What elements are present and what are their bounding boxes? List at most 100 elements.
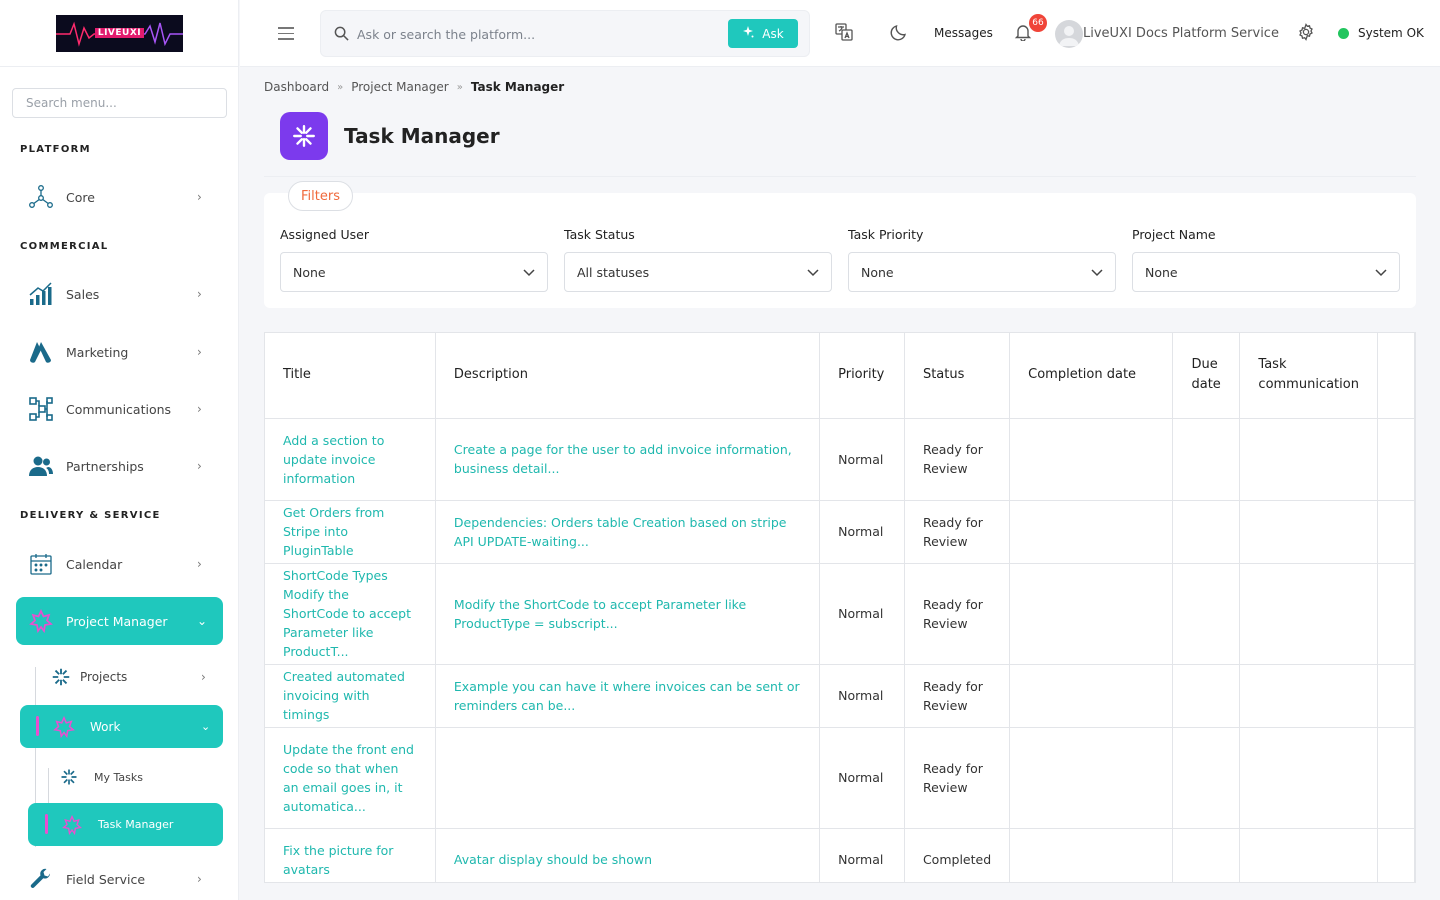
task-communication <box>1239 418 1378 501</box>
column-header-task-communication[interactable]: Task communication <box>1239 333 1378 419</box>
task-title[interactable]: Get Orders from Stripe into PluginTable <box>265 500 436 564</box>
sidebar-item-label: Core <box>66 189 95 205</box>
breadcrumb-task-manager: Task Manager <box>470 80 565 94</box>
calendar-icon <box>16 551 66 577</box>
sidebar-item-label: Project Manager <box>66 613 168 629</box>
sidebar-item-sales[interactable]: Sales › <box>16 270 223 318</box>
sidebar-search-input[interactable] <box>12 88 227 118</box>
gear-icon[interactable] <box>1297 23 1315 45</box>
task-description[interactable]: Modify the ShortCode to accept Parameter… <box>435 563 821 665</box>
sidebar-item-work[interactable]: Work ⌄ <box>20 705 223 748</box>
task-communication <box>1239 727 1378 829</box>
sidebar-item-communications[interactable]: Communications › <box>16 385 223 433</box>
column-header-description[interactable]: Description <box>435 333 821 419</box>
chevron-down-icon <box>807 265 819 280</box>
task-due-date <box>1172 418 1241 501</box>
task-title[interactable]: Update the front end code so that when a… <box>265 727 436 829</box>
table-row: Update the front end code so that when a… <box>265 727 1415 829</box>
avatar[interactable] <box>1055 20 1083 48</box>
task-priority: Normal <box>819 828 905 882</box>
flow-icon <box>16 396 66 422</box>
task-priority: Normal <box>819 563 905 665</box>
table-cell-extra <box>1377 664 1415 728</box>
chevron-right-icon: › <box>197 190 202 204</box>
sidebar-item-my-tasks[interactable]: My Tasks <box>54 762 223 792</box>
task-description[interactable]: Example you can have it where invoices c… <box>435 664 821 728</box>
task-title[interactable]: Add a section to update invoice informat… <box>265 418 436 501</box>
task-communication <box>1239 563 1378 665</box>
task-completion-date <box>1009 828 1174 882</box>
logo-text: LIVEUXI <box>94 28 145 38</box>
sidebar-item-calendar[interactable]: Calendar › <box>16 540 223 588</box>
chevron-down-icon <box>1091 265 1103 280</box>
task-description[interactable]: Dependencies: Orders table Creation base… <box>435 500 821 564</box>
project-name-select[interactable]: None <box>1132 252 1400 292</box>
task-description[interactable]: Avatar display should be shown <box>435 828 821 882</box>
table-cell-extra <box>1377 828 1415 882</box>
table-row: Add a section to update invoice informat… <box>265 418 1415 501</box>
task-status-select[interactable]: All statuses <box>564 252 832 292</box>
active-indicator <box>36 716 39 736</box>
breadcrumb-project-manager[interactable]: Project Manager <box>351 80 448 94</box>
tasks-table: Title Description Priority Status Comple… <box>265 333 1415 882</box>
column-header-status[interactable]: Status <box>904 333 1011 419</box>
task-communication <box>1239 828 1378 882</box>
task-priority: Normal <box>819 418 905 501</box>
chevron-right-icon: › <box>197 345 202 359</box>
sidebar-item-label: Projects <box>80 670 128 684</box>
task-title[interactable]: Created automated invoicing with timings <box>265 664 436 728</box>
task-description[interactable]: Create a page for the user to add invoic… <box>435 418 821 501</box>
table-header-row: Title Description Priority Status Comple… <box>265 333 1415 419</box>
column-header-completion-date[interactable]: Completion date <box>1009 333 1174 419</box>
sidebar-item-projects[interactable]: Projects › <box>42 660 223 694</box>
column-header-due-date[interactable]: Due date <box>1172 333 1241 419</box>
translate-icon[interactable] <box>835 23 853 45</box>
column-header-title[interactable]: Title <box>265 333 436 419</box>
sidebar-item-partnerships[interactable]: Partnerships › <box>16 442 223 490</box>
sidebar-item-project-manager[interactable]: Project Manager ⌄ <box>16 597 223 645</box>
column-header-priority[interactable]: Priority <box>819 333 905 419</box>
section-commercial: COMMERCIAL <box>20 241 109 252</box>
task-priority-select[interactable]: None <box>848 252 1116 292</box>
user-name[interactable]: LiveUXI Docs Platform Service <box>1083 26 1279 41</box>
sidebar-item-task-manager[interactable]: Task Manager <box>28 803 223 846</box>
task-manager-icon <box>280 112 328 160</box>
ask-button-label: Ask <box>762 26 784 41</box>
sidebar-item-core[interactable]: Core › <box>16 173 223 221</box>
menu-icon[interactable] <box>278 27 294 40</box>
task-completion-date <box>1009 500 1174 564</box>
users-icon <box>16 453 66 479</box>
sidebar-item-field-service[interactable]: Field Service › <box>16 855 223 900</box>
moon-icon[interactable] <box>890 23 908 45</box>
platform-search-input[interactable] <box>357 23 717 45</box>
task-title[interactable]: ShortCode Types Modify the ShortCode to … <box>265 563 436 665</box>
task-description[interactable] <box>435 727 821 829</box>
chevron-right-icon: › <box>197 402 202 416</box>
chevron-right-icon: › <box>197 287 202 301</box>
status-indicator <box>1338 28 1349 39</box>
sidebar-item-label: My Tasks <box>94 770 143 784</box>
task-completion-date <box>1009 664 1174 728</box>
task-status: Ready for Review <box>904 563 1011 665</box>
task-title[interactable]: Fix the picture for avatars <box>265 828 436 882</box>
sidebar-item-label: Communications <box>66 401 172 417</box>
pinwheel-icon <box>42 666 80 688</box>
task-completion-date <box>1009 563 1174 665</box>
sidebar-item-marketing[interactable]: Marketing › <box>16 328 223 376</box>
table-cell-extra <box>1377 418 1415 501</box>
select-value: All statuses <box>577 264 650 280</box>
sidebar: LIVEUXI PLATFORM Core › COMMERCIAL Sales… <box>0 0 239 900</box>
breadcrumb-dashboard[interactable]: Dashboard <box>264 80 329 94</box>
network-icon <box>16 184 66 210</box>
ask-button[interactable]: Ask <box>728 19 798 48</box>
chevron-down-icon: ⌄ <box>201 720 211 733</box>
messages-link[interactable]: Messages <box>934 26 993 40</box>
select-value: None <box>293 264 326 280</box>
assigned-user-select[interactable]: None <box>280 252 548 292</box>
task-due-date <box>1172 828 1241 882</box>
app-logo[interactable]: LIVEUXI <box>56 14 183 52</box>
section-delivery: DELIVERY & SERVICE <box>20 510 161 521</box>
task-status: Ready for Review <box>904 500 1011 564</box>
sidebar-item-label: Partnerships <box>66 458 144 474</box>
task-communication <box>1239 664 1378 728</box>
